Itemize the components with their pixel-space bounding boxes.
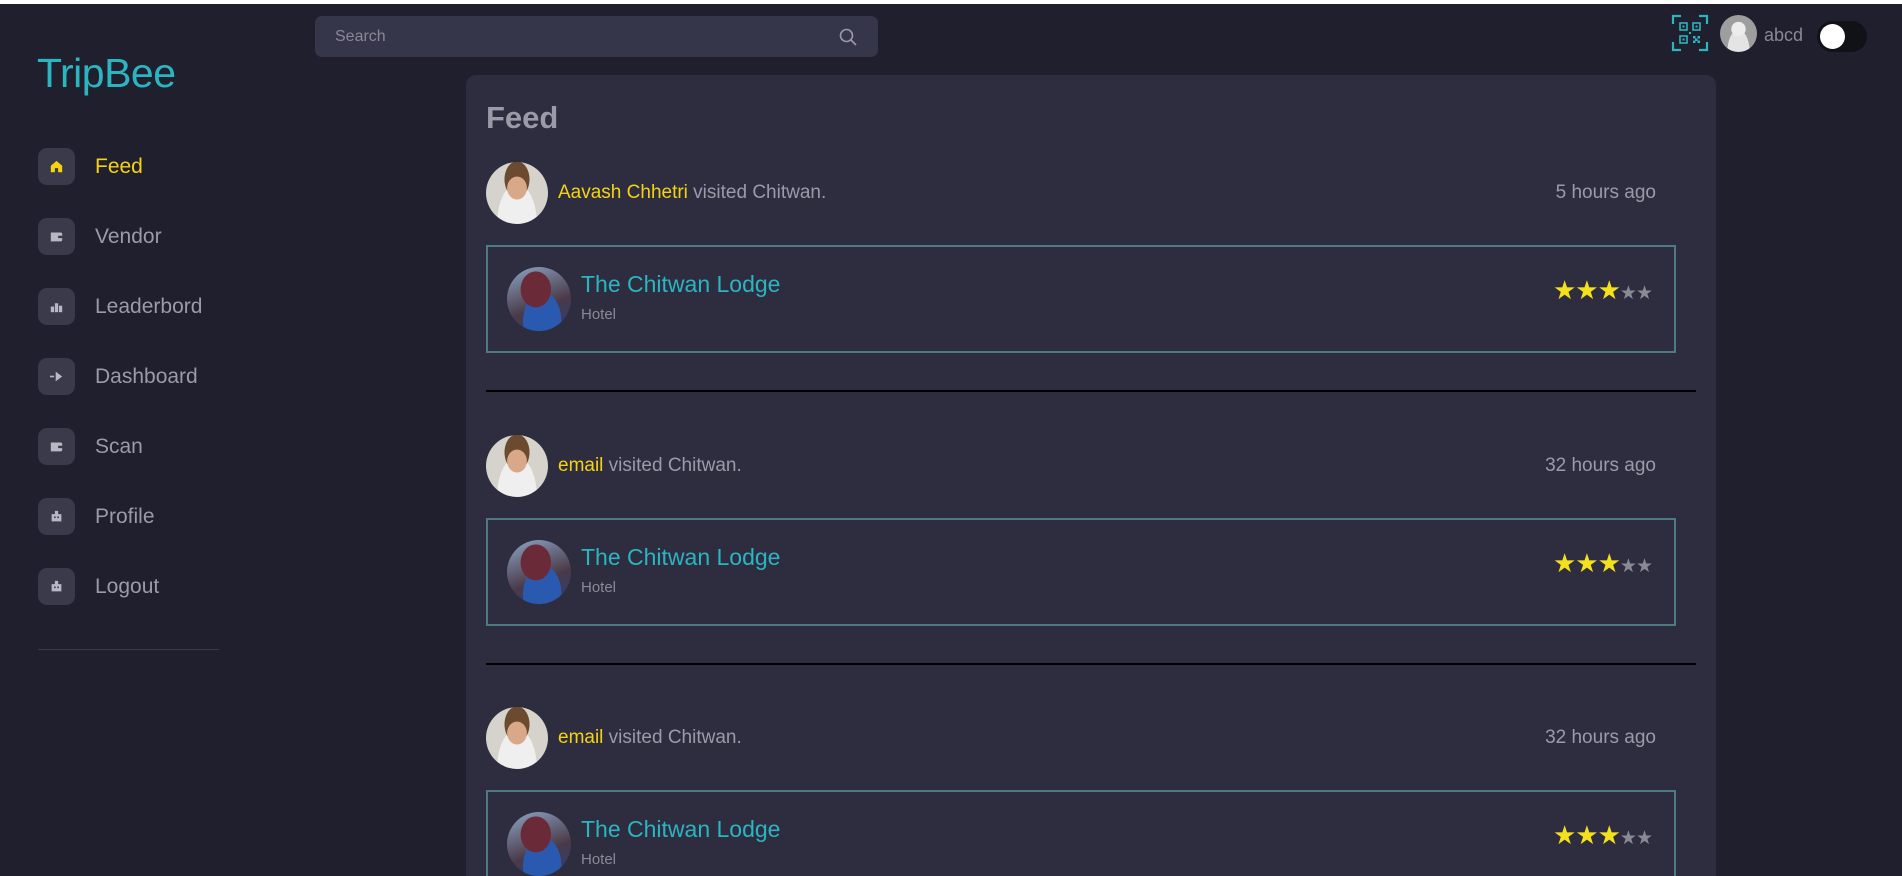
star-filled-icon: ★ (1552, 275, 1576, 305)
star-rating: ★★★★★ (1552, 548, 1653, 579)
sidebar-item-label: Dashboard (95, 364, 198, 388)
search-input[interactable] (335, 27, 838, 46)
sidebar-item-label: Vendor (95, 224, 162, 248)
post-timestamp: 32 hours ago (1545, 727, 1656, 748)
sidebar-item-dashboard[interactable]: Dashboard (38, 358, 202, 395)
avatar[interactable] (1720, 15, 1757, 52)
wallet-icon (38, 428, 75, 465)
app-logo[interactable]: TripBee (37, 50, 176, 97)
bar-chart-icon (38, 288, 75, 325)
sidebar-nav: Feed Vendor Leaderbord Dashboard Scan Pr… (38, 148, 202, 638)
page-title: Feed (486, 100, 559, 135)
vendor-name[interactable]: The Chitwan Lodge (581, 816, 780, 843)
star-filled-icon: ★ (1597, 820, 1621, 850)
vendor-card[interactable]: The Chitwan Lodge Hotel ★★★★★ (486, 245, 1676, 353)
arrow-right-icon (38, 358, 75, 395)
star-empty-icon: ★ (1635, 556, 1653, 577)
star-filled-icon: ★ (1552, 820, 1576, 850)
feed-panel: Feed Aavash Chhetri visited Chitwan. 5 h… (466, 75, 1716, 876)
vendor-name[interactable]: The Chitwan Lodge (581, 271, 780, 298)
star-filled-icon: ★ (1597, 548, 1621, 578)
post-action: visited Chitwan. (687, 182, 827, 203)
vendor-image (507, 267, 571, 331)
toggle-knob (1820, 24, 1845, 49)
vendor-type: Hotel (581, 579, 617, 596)
post-header: email visited Chitwan. 32 hours ago (486, 706, 1676, 770)
username[interactable]: abcd (1764, 25, 1803, 46)
search-bar (315, 16, 878, 57)
post-username[interactable]: email (558, 455, 603, 476)
vendor-info: The Chitwan Lodge Hotel (581, 816, 780, 868)
qr-scan-icon[interactable] (1671, 14, 1709, 52)
post-header: email visited Chitwan. 32 hours ago (486, 434, 1676, 498)
avatar[interactable] (486, 435, 548, 497)
post-username[interactable]: Aavash Chhetri (558, 182, 688, 203)
vendor-name[interactable]: The Chitwan Lodge (581, 544, 780, 571)
star-rating: ★★★★★ (1552, 820, 1653, 851)
star-empty-icon: ★ (1619, 556, 1637, 577)
post-action: visited Chitwan. (603, 455, 742, 476)
theme-toggle[interactable] (1817, 21, 1867, 52)
wallet-icon (38, 218, 75, 255)
vendor-image (507, 812, 571, 876)
post-text: Aavash Chhetri visited Chitwan. (558, 182, 826, 204)
feed-post: Aavash Chhetri visited Chitwan. 5 hours … (486, 161, 1676, 353)
sidebar-item-logout[interactable]: Logout (38, 568, 202, 605)
star-filled-icon: ★ (1575, 548, 1598, 578)
vendor-image (507, 540, 571, 604)
sidebar-item-vendor[interactable]: Vendor (38, 218, 202, 255)
post-header: Aavash Chhetri visited Chitwan. 5 hours … (486, 161, 1676, 225)
sidebar-item-label: Leaderbord (95, 294, 203, 318)
feed-post: email visited Chitwan. 32 hours ago The … (486, 706, 1676, 876)
post-divider (486, 663, 1696, 665)
post-action: visited Chitwan. (603, 727, 742, 748)
feed-post: email visited Chitwan. 32 hours ago The … (486, 434, 1676, 626)
star-rating: ★★★★★ (1552, 275, 1653, 306)
sidebar-item-leaderbord[interactable]: Leaderbord (38, 288, 202, 325)
sidebar-item-label: Profile (95, 504, 155, 528)
vendor-type: Hotel (581, 306, 617, 323)
sidebar-item-profile[interactable]: Profile (38, 498, 202, 535)
sidebar-item-label: Logout (95, 574, 160, 598)
home-icon (38, 148, 75, 185)
star-filled-icon: ★ (1575, 275, 1598, 305)
vendor-card[interactable]: The Chitwan Lodge Hotel ★★★★★ (486, 790, 1676, 876)
post-divider (486, 390, 1696, 392)
star-filled-icon: ★ (1597, 275, 1621, 305)
vendor-type: Hotel (581, 851, 617, 868)
star-filled-icon: ★ (1552, 548, 1576, 578)
sidebar-item-label: Feed (95, 154, 143, 178)
post-timestamp: 32 hours ago (1545, 455, 1656, 476)
sidebar-item-label: Scan (95, 434, 143, 458)
user-box-icon (38, 568, 75, 605)
star-empty-icon: ★ (1619, 283, 1637, 304)
post-username[interactable]: email (558, 727, 603, 748)
vendor-card[interactable]: The Chitwan Lodge Hotel ★★★★★ (486, 518, 1676, 626)
sidebar-divider (38, 649, 219, 650)
star-filled-icon: ★ (1575, 820, 1598, 850)
post-timestamp: 5 hours ago (1555, 182, 1656, 203)
avatar[interactable] (486, 707, 548, 769)
star-empty-icon: ★ (1619, 828, 1637, 849)
post-text: email visited Chitwan. (558, 455, 742, 477)
user-box-icon (38, 498, 75, 535)
vendor-info: The Chitwan Lodge Hotel (581, 544, 780, 596)
search-icon[interactable] (838, 27, 858, 47)
star-empty-icon: ★ (1635, 283, 1653, 304)
sidebar: TripBee Feed Vendor Leaderbord Dashboard (0, 4, 300, 876)
post-text: email visited Chitwan. (558, 727, 742, 749)
star-empty-icon: ★ (1635, 828, 1653, 849)
vendor-info: The Chitwan Lodge Hotel (581, 271, 780, 323)
avatar[interactable] (486, 162, 548, 224)
sidebar-item-scan[interactable]: Scan (38, 428, 202, 465)
sidebar-item-feed[interactable]: Feed (38, 148, 202, 185)
